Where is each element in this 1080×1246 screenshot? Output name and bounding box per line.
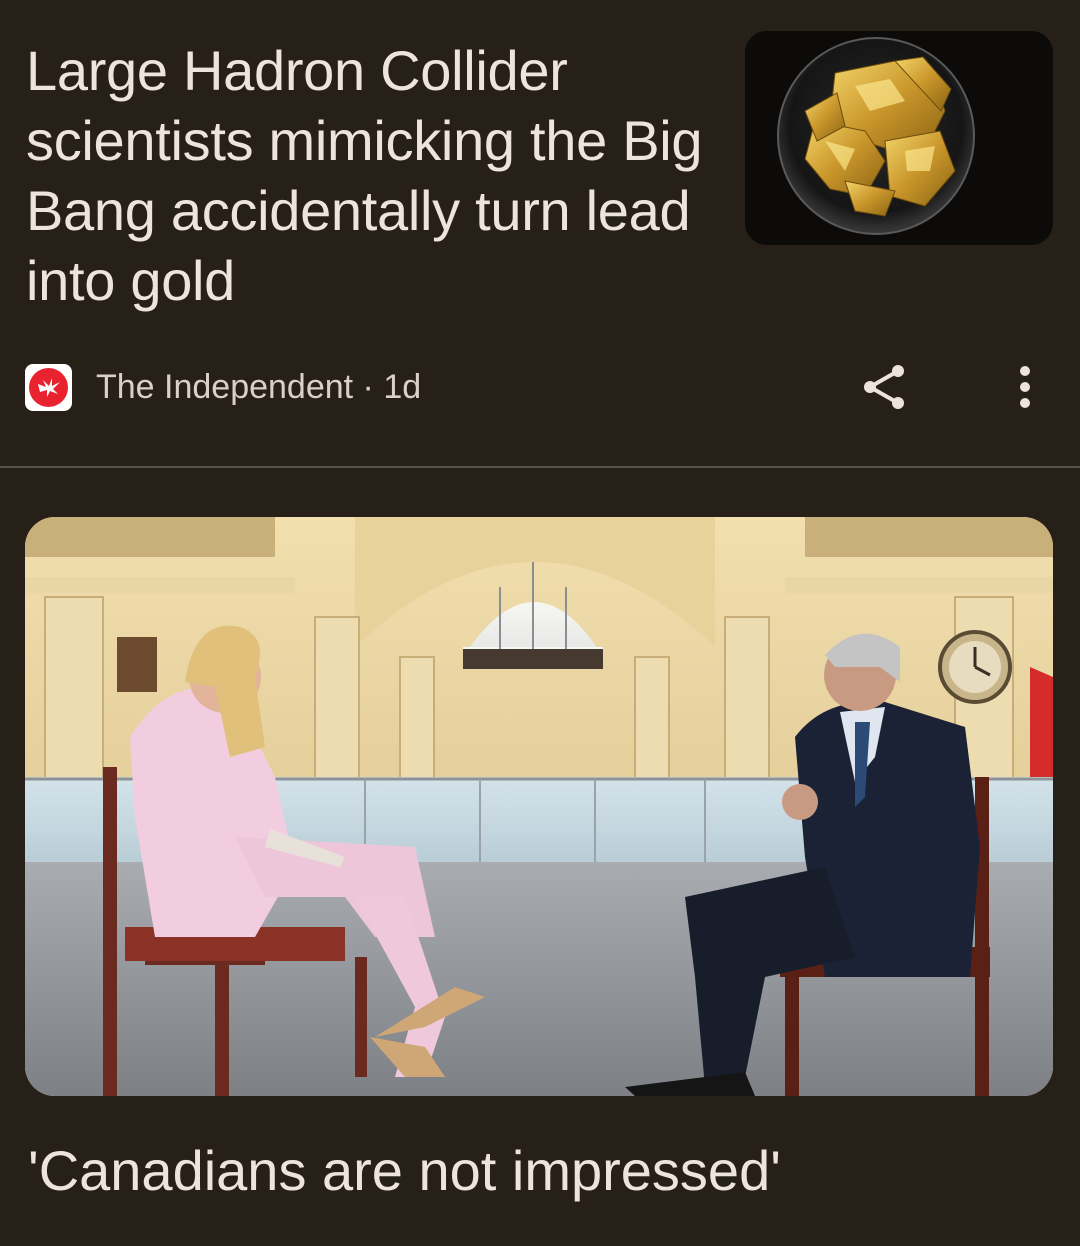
article-headline[interactable]: Large Hadron Collider scientists mimicki… (26, 36, 726, 316)
article-age: 1d (383, 367, 422, 406)
interview-photo[interactable] (25, 517, 1053, 1096)
independent-eagle-logo (25, 363, 72, 411)
gold-flakes-thumbnail[interactable] (745, 31, 1053, 245)
meta-separator: · (353, 367, 384, 406)
article-source[interactable]: The Independent · 1d (25, 362, 421, 412)
share-button[interactable] (856, 358, 912, 416)
article2-headline[interactable]: 'Canadians are not impressed' (28, 1138, 781, 1204)
news-card-lhc[interactable]: Large Hadron Collider scientists mimicki… (0, 0, 1080, 467)
share-icon (864, 365, 904, 409)
source-name: The Independent (96, 367, 354, 406)
more-vertical-icon (1020, 366, 1030, 408)
source-meta: The Independent · 1d (96, 368, 421, 407)
more-options-button[interactable] (1000, 358, 1050, 416)
card-divider (0, 466, 1080, 468)
